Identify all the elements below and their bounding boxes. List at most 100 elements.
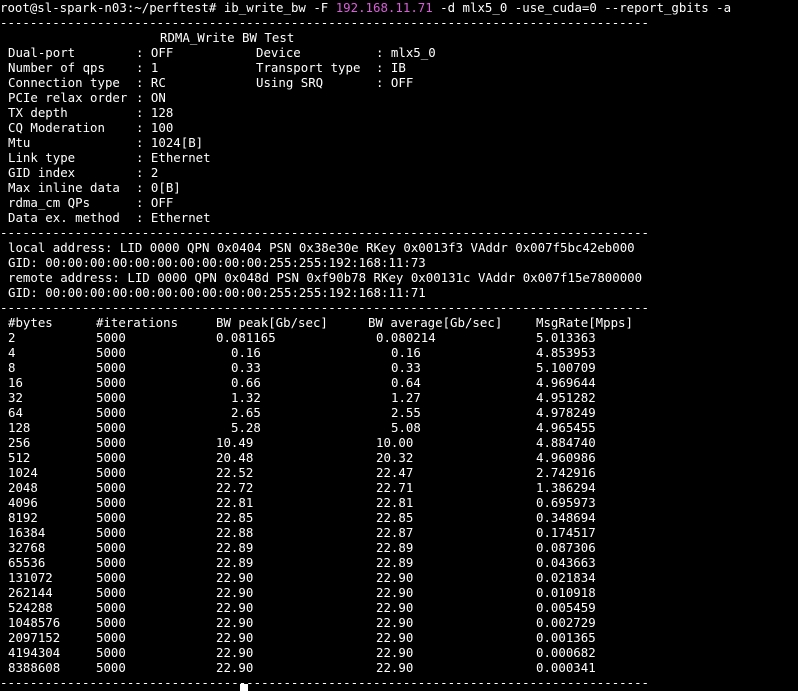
row-bw-peak: 1.32: [231, 390, 261, 405]
row-bytes: 65536: [8, 555, 46, 570]
row-msgrate: 0.348694: [536, 510, 596, 525]
row-bytes: 8388608: [8, 660, 61, 675]
row-msgrate: 5.100709: [536, 360, 596, 375]
row-msgrate: 0.000341: [536, 660, 596, 675]
row-bw-peak: 22.88: [216, 525, 254, 540]
command-line: root@sl-spark-n03:~/perftest# ib_write_b…: [0, 0, 731, 15]
row-bw-peak: 22.90: [216, 615, 254, 630]
test-title: RDMA_Write BW Test: [160, 30, 295, 45]
row-iterations: 5000: [96, 660, 126, 675]
row-bytes: 524288: [8, 600, 53, 615]
row-bw-average: 22.90: [376, 600, 414, 615]
row-iterations: 5000: [96, 480, 126, 495]
row-iterations: 5000: [96, 420, 126, 435]
param-key: Max inline data: [8, 180, 120, 195]
row-bytes: 128: [8, 420, 31, 435]
table-row: 8 5000 0.33 0.33 5.100709: [0, 360, 798, 375]
row-iterations: 5000: [96, 375, 126, 390]
header-iterations: #iterations: [96, 315, 179, 330]
row-bytes: 2: [8, 330, 16, 345]
row-bw-peak: 10.49: [216, 435, 254, 450]
row-bw-peak: 22.81: [216, 495, 254, 510]
row-bw-peak: 22.89: [216, 555, 254, 570]
row-bw-average: 22.71: [376, 480, 414, 495]
command-options: -d mlx5_0 -use_cuda=0 --report_gbits -a: [440, 0, 732, 15]
table-row: 32 5000 1.32 1.27 4.951282: [0, 390, 798, 405]
row-msgrate: 0.000682: [536, 645, 596, 660]
table-row: 16384 5000 22.88 22.87 0.174517: [0, 525, 798, 540]
row-iterations: 5000: [96, 615, 126, 630]
row-iterations: 5000: [96, 570, 126, 585]
separator-line: ----------------------------------------…: [0, 675, 650, 690]
table-row: 2048 5000 22.72 22.71 1.386294: [0, 480, 798, 495]
remote-gid: GID: 00:00:00:00:00:00:00:00:00:00:255:2…: [8, 285, 426, 300]
row-bw-average: 22.90: [376, 660, 414, 675]
row-msgrate: 1.386294: [536, 480, 596, 495]
terminal-window[interactable]: root@sl-spark-n03:~/perftest# ib_write_b…: [0, 0, 798, 691]
row-bytes: 8: [8, 360, 16, 375]
row-bytes: 32: [8, 390, 23, 405]
row-bw-peak: 22.90: [216, 570, 254, 585]
table-row: 512 5000 20.48 20.32 4.960986: [0, 450, 798, 465]
row-bytes: 32768: [8, 540, 46, 555]
table-row: 524288 5000 22.90 22.90 0.005459: [0, 600, 798, 615]
table-row: 4096 5000 22.81 22.81 0.695973: [0, 495, 798, 510]
local-gid: GID: 00:00:00:00:00:00:00:00:00:00:255:2…: [8, 255, 426, 270]
row-bw-peak: 22.90: [216, 585, 254, 600]
row-bw-average: 2.55: [391, 405, 421, 420]
separator-line: ----------------------------------------…: [0, 300, 650, 315]
param-value: : Ethernet: [136, 150, 211, 165]
row-iterations: 5000: [96, 465, 126, 480]
row-bytes: 512: [8, 450, 31, 465]
row-iterations: 5000: [96, 450, 126, 465]
param-value: : OFF: [136, 195, 174, 210]
row-msgrate: 5.013363: [536, 330, 596, 345]
param-key: Number of qps: [8, 60, 105, 75]
row-bw-average: 22.89: [376, 540, 414, 555]
param-value: : 1024[B]: [136, 135, 204, 150]
table-row: 256 5000 10.49 10.00 4.884740: [0, 435, 798, 450]
shell-prompt: root@sl-spark-n03:~/perftest#: [0, 0, 217, 15]
row-bw-average: 0.080214: [376, 330, 436, 345]
table-row: 32768 5000 22.89 22.89 0.087306: [0, 540, 798, 555]
row-bytes: 256: [8, 435, 31, 450]
table-row: 4194304 5000 22.90 22.90 0.000682: [0, 645, 798, 660]
row-bw-peak: 22.72: [216, 480, 254, 495]
param-value: : mlx5_0: [376, 45, 436, 60]
param-value: : OFF: [376, 75, 414, 90]
header-bw-peak: BW peak[Gb/sec]: [216, 315, 328, 330]
param-key: Dual-port: [8, 45, 76, 60]
param-value: : 1: [136, 60, 159, 75]
row-msgrate: 4.951282: [536, 390, 596, 405]
param-value: : Ethernet: [136, 210, 211, 225]
row-iterations: 5000: [96, 555, 126, 570]
row-msgrate: 0.002729: [536, 615, 596, 630]
param-key: rdma_cm QPs: [8, 195, 91, 210]
row-bytes: 131072: [8, 570, 53, 585]
row-msgrate: 4.969644: [536, 375, 596, 390]
row-iterations: 5000: [96, 585, 126, 600]
row-bw-average: 22.90: [376, 645, 414, 660]
row-msgrate: 4.978249: [536, 405, 596, 420]
header-bytes: #bytes: [8, 315, 53, 330]
param-key: Data ex. method: [8, 210, 120, 225]
row-bytes: 1024: [8, 465, 38, 480]
row-bw-peak: 22.90: [216, 660, 254, 675]
row-bytes: 2048: [8, 480, 38, 495]
row-bw-peak: 0.081165: [216, 330, 276, 345]
row-iterations: 5000: [96, 435, 126, 450]
row-bw-peak: 22.89: [216, 540, 254, 555]
row-bw-average: 22.90: [376, 630, 414, 645]
param-value: : OFF: [136, 45, 174, 60]
terminal-cursor: [240, 684, 248, 691]
row-msgrate: 4.960986: [536, 450, 596, 465]
table-row: 128 5000 5.28 5.08 4.965455: [0, 420, 798, 435]
row-bw-peak: 22.90: [216, 645, 254, 660]
table-row: 8192 5000 22.85 22.85 0.348694: [0, 510, 798, 525]
row-iterations: 5000: [96, 540, 126, 555]
param-key: Transport type: [256, 60, 361, 75]
command-text: ib_write_bw -F: [223, 0, 329, 15]
row-bw-peak: 0.66: [231, 375, 261, 390]
row-bw-peak: 5.28: [231, 420, 261, 435]
row-msgrate: 0.010918: [536, 585, 596, 600]
